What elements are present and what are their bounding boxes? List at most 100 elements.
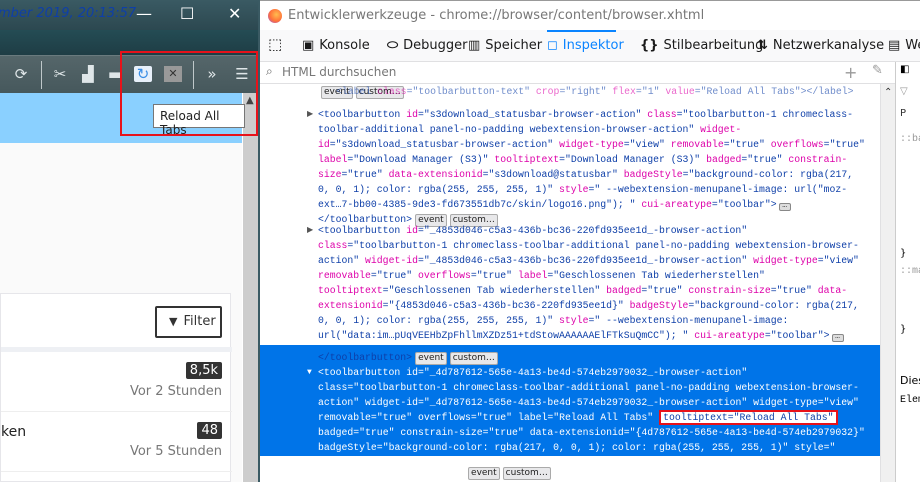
attribute-name: extensionid — [318, 300, 383, 311]
eyedropper-icon[interactable]: ✎ — [872, 63, 883, 78]
attribute-name: data- — [817, 285, 848, 296]
attribute-name: flex — [612, 86, 636, 97]
attribute-value: "true" — [747, 154, 789, 165]
markup-line[interactable]: label="Download Manager (S3)" tooltiptex… — [318, 152, 847, 167]
markup-line[interactable]: </toolbarbutton> event custom… — [318, 350, 498, 365]
custom-badge[interactable]: custom… — [502, 467, 551, 480]
memory-icon: ▥ — [468, 38, 481, 53]
filter-icon: ▼ — [169, 315, 178, 328]
markup-line[interactable]: ▶ <toolbarbutton id="s3download_statusbar… — [307, 107, 854, 122]
attribute-value: "background-color: rgba(217, — [688, 169, 854, 180]
item-title: ken — [1, 424, 27, 440]
attribute-name: constrain-size — [400, 427, 483, 438]
markup-line[interactable]: size="true" data-extensionid="s3download… — [318, 167, 853, 182]
filter-button[interactable]: ▼ Filter — [155, 306, 222, 338]
attribute-value: "view" — [629, 139, 671, 150]
tag-text: </toolbarbutton> — [318, 352, 413, 363]
markup-line[interactable]: tooltiptext="Geschlossenen Tab wiederher… — [318, 283, 847, 298]
markup-line[interactable]: class="toolbarbutton-1 chromeclass-toolb… — [318, 380, 859, 395]
pseudo-section[interactable]: P — [900, 108, 906, 119]
attribute-value: "true" — [647, 285, 689, 296]
attribute-name: badged — [706, 154, 742, 165]
markup-line[interactable]: ▶ <toolbarbutton id="_4853d046-c5a3-436b-… — [307, 223, 747, 238]
custom-badge[interactable]: custom… — [449, 352, 498, 365]
clipboard-icon[interactable]: ▟ — [79, 66, 97, 82]
tab-speicher[interactable]: ▥ Speicher — [468, 30, 542, 61]
event-badge[interactable]: event — [415, 352, 447, 365]
tab-label: Debugger — [403, 38, 468, 53]
page-scrollbar[interactable]: ▲ — [242, 93, 258, 482]
tag-text: <label — [336, 86, 378, 97]
expand-ellipsis-icon[interactable]: … — [831, 333, 844, 342]
toggle-pane-icon[interactable]: ◧ — [900, 64, 909, 75]
markup-line[interactable]: class="toolbarbutton-1 chromeclass-toolb… — [318, 238, 859, 253]
rules-sidebar: ◧ ▽ P ::ba } ::ma } Dies Elem — [895, 62, 920, 482]
attribute-value: "toolbarbutton-1 chromeclass-toolbar-add… — [353, 382, 859, 393]
add-node-icon[interactable]: + — [844, 63, 857, 82]
markup-line[interactable]: 0, 0, 1); color: rgba(255, 255, 255, 1)"… — [318, 313, 788, 328]
scroll-up-icon[interactable]: ⌃ — [881, 87, 892, 98]
maximize-button[interactable]: ☐ — [180, 4, 194, 23]
attribute-name: constrain- — [788, 154, 848, 165]
tab-stilbearbeitung[interactable]: {} Stilbearbeitung — [640, 30, 763, 61]
close-button[interactable]: ✕ — [228, 4, 241, 23]
markup-line[interactable]: removable="true" overflows="true" label=… — [318, 268, 765, 283]
tab-web[interactable]: ▤ We — [888, 30, 920, 61]
expanded-twisty-icon[interactable]: ▼ — [307, 365, 312, 380]
attribute-value: "toolbarbutton-1 chromeclass- — [682, 109, 854, 120]
markup-line[interactable]: " cui-areatype="toolbar"> event custom… — [318, 465, 551, 480]
attribute-name: badgeStyle — [623, 169, 683, 180]
attribute-value: "toolbarbutton-1 chromeclass-toolbar-add… — [353, 240, 859, 251]
attribute-value: "{4853d046-c5a3-436b-bc36-220fd935ee1d}" — [388, 300, 630, 311]
filter-styles-icon[interactable]: ▽ — [900, 86, 908, 97]
expand-ellipsis-icon[interactable]: … — [778, 202, 791, 211]
attribute-name: removable — [318, 270, 371, 281]
timestamp: Vor 5 Stunden — [129, 444, 222, 459]
markup-line[interactable]: badgeStyle="background-color: rgba(217, … — [318, 440, 835, 455]
network-icon: ⇅ — [757, 38, 768, 53]
event-badge[interactable]: event — [468, 467, 500, 480]
markup-line[interactable]: toolbar-additional panel-no-padding webe… — [318, 122, 741, 137]
markup-line[interactable]: extensionid="{4853d046-c5a3-436b-bc36-22… — [318, 298, 859, 313]
list-item[interactable]: 8,5k Vor 2 Stunden — [1, 352, 232, 412]
markup-line[interactable]: <label class="toolbarbutton-text" crop="… — [336, 84, 854, 99]
markup-line[interactable]: url("data:im…pUqVEEHbZpFhllmXZDz51+tdSto… — [318, 328, 844, 343]
markup-line[interactable]: ▼ <toolbarbutton id="_4d787612-565e-4a13-… — [307, 365, 747, 380]
markup-line[interactable]: id="s3download_statusbar-browser-action"… — [318, 137, 865, 152]
markup-line[interactable]: ext…7-bb00-4385-9de3-fd673551db7c/skin/l… — [318, 197, 791, 212]
tab-label: Konsole — [319, 38, 370, 53]
devtools-titlebar: Entwicklerwerkzeuge - chrome://browser/c… — [260, 0, 920, 30]
attribute-value: "true" — [829, 139, 865, 150]
collapsed-twisty-icon[interactable]: ▶ — [307, 107, 313, 122]
attribute-name: crop — [535, 86, 560, 97]
tab-label: We — [905, 38, 920, 53]
tab-inspektor[interactable]: ◻ Inspektor — [547, 30, 624, 61]
markup-line[interactable]: action" widget-id="_4d787612-565e-4a13-b… — [318, 395, 859, 410]
devtools-tabbar: ⬚ ▣ Konsole ⬭ Debugger ▥ Speicher ◻ Inspekto… — [260, 30, 920, 62]
tab-netzwerkanalyse[interactable]: ⇅ Netzwerkanalyse — [757, 30, 884, 61]
attribute-name: label — [517, 270, 548, 281]
markup-line[interactable]: badged="true" constrain-size="true" data… — [318, 425, 865, 440]
markup-line[interactable]: removable="true" overflows="true" label=… — [318, 410, 838, 425]
minimize-button[interactable]: — — [136, 4, 152, 23]
collapsed-twisty-icon[interactable]: ▶ — [307, 223, 313, 238]
markup-line[interactable]: action" widget-id="_4853d046-c5a3-436b-b… — [318, 253, 859, 268]
markup-scrollbar[interactable]: ⌃ — [880, 84, 895, 482]
attribute-name: overflows — [417, 412, 471, 423]
inspector-icon: ◻ — [547, 38, 558, 53]
markup-line[interactable]: 0, 0, 1); color: rgba(255, 255, 255, 1)"… — [318, 182, 847, 197]
element-picker-icon[interactable]: ⬚ — [268, 30, 282, 61]
html-search-input[interactable]: ⌕ HTML durchsuchen + ✎ — [260, 62, 920, 84]
attribute-name: widget-id — [365, 397, 418, 408]
attribute-value: " — [318, 467, 330, 478]
tools-icon[interactable]: ✂ — [51, 66, 69, 82]
tab-konsole[interactable]: ▣ Konsole — [302, 30, 370, 61]
attribute-name: cui-areatype — [641, 199, 712, 210]
reload-icon[interactable]: ⟳ — [12, 66, 30, 82]
tab-debugger[interactable]: ⬭ Debugger — [387, 30, 467, 61]
attribute-value: "background-color: rgba(217, 0, 0, 1); c… — [382, 442, 795, 453]
attribute-value: "s3download_statusbar-browser-action" — [335, 139, 560, 150]
list-item[interactable]: ken 48 Vor 5 Stunden — [1, 412, 232, 472]
element-rule: Elem — [900, 395, 920, 406]
attribute-value: "toolbar" — [770, 330, 824, 341]
